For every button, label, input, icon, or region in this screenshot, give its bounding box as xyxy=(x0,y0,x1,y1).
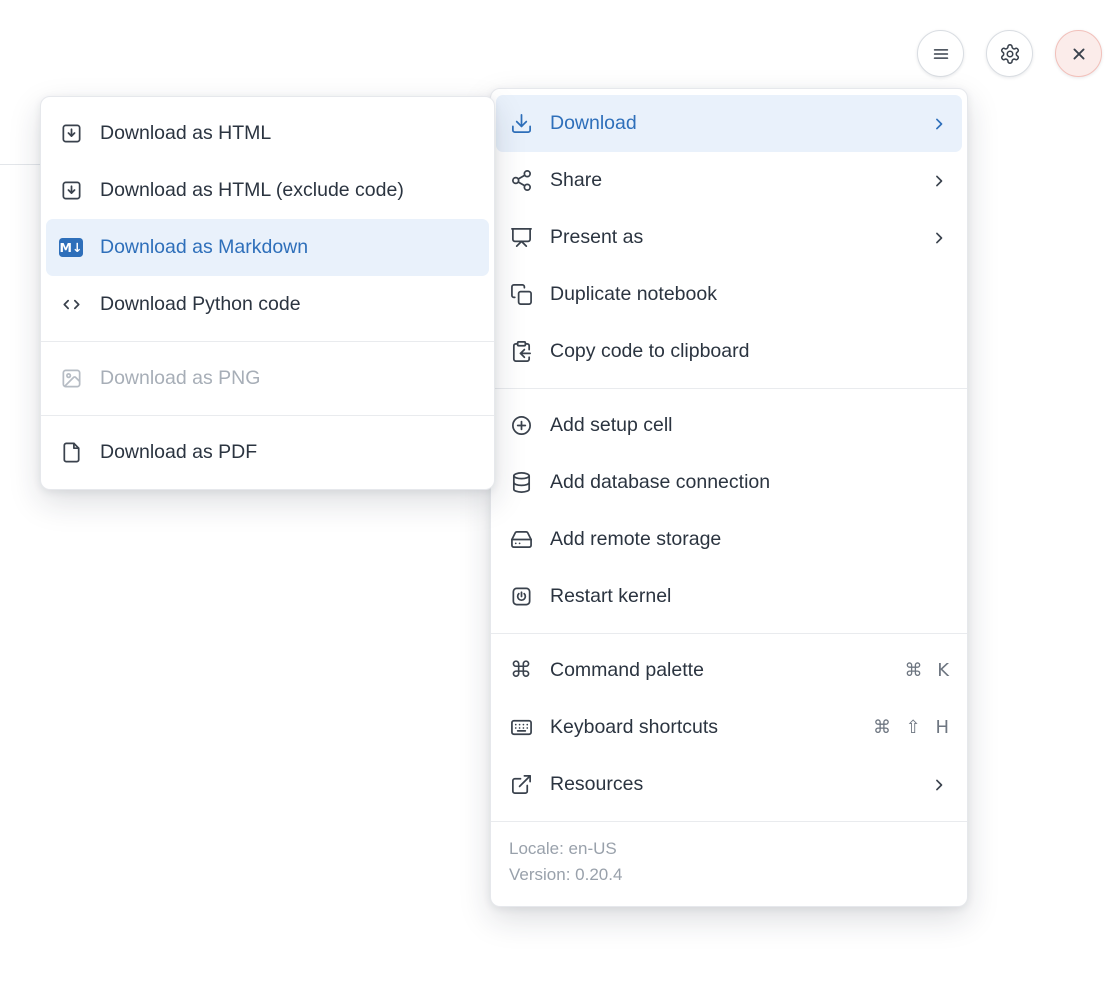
menu-item-label: Download as PNG xyxy=(100,367,476,390)
menu-item-copy-code[interactable]: Copy code to clipboard xyxy=(491,323,967,380)
menu-item-label: Download as HTML xyxy=(100,122,476,145)
hard-drive-icon xyxy=(509,528,533,552)
menu-item-label: Add setup cell xyxy=(550,414,949,437)
plus-circle-icon xyxy=(509,414,533,438)
menu-item-label: Command palette xyxy=(550,659,887,682)
chevron-right-icon xyxy=(929,114,949,134)
download-submenu: Download as HTML Download as HTML (exclu… xyxy=(40,96,495,490)
file-icon xyxy=(59,441,83,465)
download-icon xyxy=(509,112,533,136)
menu-item-label: Resources xyxy=(550,773,912,796)
chevron-right-icon xyxy=(929,171,949,191)
menu-item-label: Copy code to clipboard xyxy=(550,340,949,363)
menu-item-label: Keyboard shortcuts xyxy=(550,716,856,739)
menu-item-label: Download xyxy=(550,112,912,135)
menu-separator xyxy=(491,388,967,389)
clipboard-copy-icon xyxy=(509,340,533,364)
menu-item-label: Download as PDF xyxy=(100,441,476,464)
chevron-right-icon xyxy=(929,775,949,795)
notebook-actions-menu: Download Share Present as xyxy=(490,88,968,907)
database-icon xyxy=(509,471,533,495)
menu-item-keyboard-shortcuts[interactable]: Keyboard shortcuts ⌘ ⇧ H xyxy=(491,699,967,756)
chevron-right-icon xyxy=(929,228,949,248)
submenu-item-download-pdf[interactable]: Download as PDF xyxy=(41,424,494,481)
submenu-item-download-html[interactable]: Download as HTML xyxy=(41,105,494,162)
external-link-icon xyxy=(509,773,533,797)
menu-footer: Locale: en-US Version: 0.20.4 xyxy=(491,822,967,906)
share-icon xyxy=(509,169,533,193)
submenu-item-download-html-exclude-code[interactable]: Download as HTML (exclude code) xyxy=(41,162,494,219)
submenu-item-download-python[interactable]: Download Python code xyxy=(41,276,494,333)
menu-item-add-database-connection[interactable]: Add database connection xyxy=(491,454,967,511)
box-arrow-down-icon xyxy=(59,122,83,146)
menu-item-duplicate-notebook[interactable]: Duplicate notebook xyxy=(491,266,967,323)
menu-item-label: Share xyxy=(550,169,912,192)
menu-item-label: Download as HTML (exclude code) xyxy=(100,179,476,202)
shortcut-hint: ⌘ ⇧ H xyxy=(873,717,949,738)
menu-separator xyxy=(491,633,967,634)
menu-button[interactable] xyxy=(917,30,964,77)
markdown-badge-icon: M↓ xyxy=(59,236,83,260)
settings-button[interactable] xyxy=(986,30,1033,77)
markdown-badge: M↓ xyxy=(59,238,83,257)
menu-item-label: Download as Markdown xyxy=(100,236,476,259)
shortcut-hint: ⌘ K xyxy=(904,660,949,681)
menu-item-restart-kernel[interactable]: Restart kernel xyxy=(491,568,967,625)
menu-item-add-remote-storage[interactable]: Add remote storage xyxy=(491,511,967,568)
menu-item-download[interactable]: Download xyxy=(496,95,962,152)
presentation-icon xyxy=(509,226,533,250)
locale-text: Locale: en-US xyxy=(509,839,949,859)
close-icon xyxy=(1067,42,1091,66)
menu-separator xyxy=(41,341,494,342)
menu-separator xyxy=(41,415,494,416)
submenu-item-download-png[interactable]: Download as PNG xyxy=(41,350,494,407)
code-icon xyxy=(59,293,83,317)
command-icon: ⌘ xyxy=(509,659,533,683)
submenu-item-download-markdown[interactable]: M↓ Download as Markdown xyxy=(46,219,489,276)
menu-item-label: Add database connection xyxy=(550,471,949,494)
page-cell-border xyxy=(0,164,40,165)
power-icon xyxy=(509,585,533,609)
keyboard-icon xyxy=(509,716,533,740)
close-button[interactable] xyxy=(1055,30,1102,77)
menu-item-label: Download Python code xyxy=(100,293,476,316)
menu-item-add-setup-cell[interactable]: Add setup cell xyxy=(491,397,967,454)
gear-icon xyxy=(998,42,1022,66)
menu-item-present-as[interactable]: Present as xyxy=(491,209,967,266)
version-text: Version: 0.20.4 xyxy=(509,865,949,885)
copy-icon xyxy=(509,283,533,307)
menu-item-label: Present as xyxy=(550,226,912,249)
menu-item-share[interactable]: Share xyxy=(491,152,967,209)
hamburger-icon xyxy=(929,42,953,66)
image-icon xyxy=(59,367,83,391)
menu-item-resources[interactable]: Resources xyxy=(491,756,967,813)
notebook-toolbar xyxy=(917,30,1102,77)
box-arrow-down-icon xyxy=(59,179,83,203)
menu-item-command-palette[interactable]: ⌘ Command palette ⌘ K xyxy=(491,642,967,699)
menu-item-label: Duplicate notebook xyxy=(550,283,949,306)
menu-item-label: Add remote storage xyxy=(550,528,949,551)
menu-item-label: Restart kernel xyxy=(550,585,949,608)
